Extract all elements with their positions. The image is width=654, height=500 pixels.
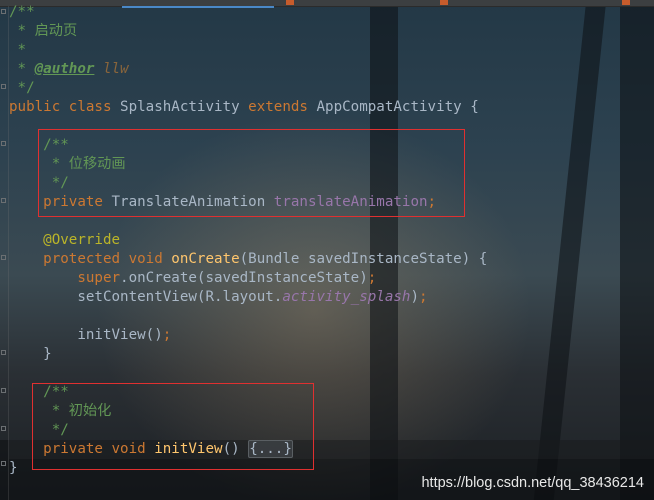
code-line[interactable]: } bbox=[9, 459, 18, 478]
code-line[interactable]: /** bbox=[9, 383, 69, 402]
editor-tab[interactable] bbox=[284, 0, 424, 6]
code-line[interactable]: * 启动页 bbox=[9, 22, 78, 41]
code-line[interactable]: private void initView() {...} bbox=[9, 440, 293, 459]
code-line[interactable]: /** bbox=[9, 3, 35, 22]
code-token: () bbox=[222, 441, 249, 457]
code-token: */ bbox=[9, 80, 35, 96]
code-line[interactable]: * bbox=[9, 41, 27, 60]
code-line[interactable]: * 初始化 bbox=[9, 402, 112, 421]
code-token: activity_splash bbox=[282, 289, 411, 305]
code-token: public class bbox=[9, 99, 121, 115]
fold-marker-icon[interactable] bbox=[1, 426, 6, 431]
code-token: ) bbox=[410, 289, 420, 305]
code-token: ; bbox=[419, 289, 428, 305]
code-token: * bbox=[9, 42, 27, 58]
code-token: ; bbox=[162, 327, 172, 343]
code-token: /** bbox=[9, 137, 69, 153]
editor-tab[interactable] bbox=[434, 0, 600, 6]
code-token: */ bbox=[9, 175, 69, 191]
fold-marker-icon[interactable] bbox=[1, 141, 6, 146]
code-token: (Bundle savedInstanceState) { bbox=[239, 251, 488, 267]
editor-tab-active[interactable] bbox=[122, 0, 274, 8]
code-line[interactable]: initView(); bbox=[9, 326, 171, 345]
code-line[interactable]: } bbox=[9, 345, 52, 364]
code-token: } bbox=[9, 346, 52, 362]
code-token: .onCreate(savedInstanceState) bbox=[120, 270, 368, 286]
code-line[interactable]: public class SplashActivity extends AppC… bbox=[9, 98, 479, 117]
fold-marker-icon[interactable] bbox=[1, 350, 6, 355]
code-token: * 启动页 bbox=[9, 23, 78, 39]
code-token: * 初始化 bbox=[9, 403, 112, 419]
code-token: super bbox=[9, 270, 121, 286]
code-token: private void bbox=[9, 441, 155, 457]
fold-marker-icon[interactable] bbox=[1, 255, 6, 260]
code-line[interactable]: * @author llw bbox=[9, 60, 129, 79]
code-token: extends bbox=[248, 99, 317, 115]
fold-marker-icon[interactable] bbox=[1, 84, 6, 89]
code-token: initView bbox=[154, 441, 223, 457]
code-token: /** bbox=[9, 384, 69, 400]
code-token: translateAnimation bbox=[273, 194, 428, 210]
code-line[interactable]: */ bbox=[9, 174, 69, 193]
editor-tab[interactable] bbox=[40, 0, 110, 6]
fold-marker-icon[interactable] bbox=[1, 9, 6, 14]
code-line[interactable]: /** bbox=[9, 136, 69, 155]
code-token: } bbox=[9, 460, 18, 476]
code-line[interactable]: */ bbox=[9, 79, 35, 98]
code-token: initView() bbox=[9, 327, 163, 343]
watermark-text: https://blog.csdn.net/qq_38436214 bbox=[421, 475, 644, 491]
code-line[interactable]: protected void onCreate(Bundle savedInst… bbox=[9, 250, 487, 269]
code-token: * 位移动画 bbox=[9, 156, 126, 172]
code-line[interactable]: @Override bbox=[9, 231, 120, 250]
code-token: ; bbox=[427, 194, 437, 210]
editor-tab[interactable] bbox=[616, 0, 654, 6]
code-token: SplashActivity bbox=[120, 99, 249, 115]
code-token: /** bbox=[9, 4, 35, 20]
code-line[interactable]: private TranslateAnimation translateAnim… bbox=[9, 193, 436, 212]
code-token: setContentView(R.layout. bbox=[9, 289, 283, 305]
code-line[interactable]: setContentView(R.layout.activity_splash)… bbox=[9, 288, 428, 307]
code-token: private bbox=[9, 194, 112, 210]
code-token[interactable]: {...} bbox=[248, 440, 293, 458]
code-token: ; bbox=[367, 270, 377, 286]
code-token: */ bbox=[9, 422, 69, 438]
code-token: AppCompatActivity { bbox=[316, 99, 479, 115]
editor-gutter bbox=[0, 6, 9, 500]
code-line[interactable]: super.onCreate(savedInstanceState); bbox=[9, 269, 376, 288]
editor-tab-bar bbox=[0, 0, 654, 8]
fold-marker-icon[interactable] bbox=[1, 388, 6, 393]
fold-marker-icon[interactable] bbox=[1, 198, 6, 203]
background-beam bbox=[620, 0, 654, 500]
code-token: * bbox=[9, 61, 35, 77]
code-line[interactable]: */ bbox=[9, 421, 69, 440]
code-line[interactable]: * 位移动画 bbox=[9, 155, 126, 174]
code-token: @author bbox=[34, 61, 95, 77]
fold-marker-icon[interactable] bbox=[1, 461, 6, 466]
code-token: onCreate bbox=[171, 251, 240, 267]
code-token: @Override bbox=[9, 232, 121, 248]
code-token: TranslateAnimation bbox=[111, 194, 274, 210]
code-token: protected void bbox=[9, 251, 172, 267]
code-token: llw bbox=[94, 61, 129, 77]
